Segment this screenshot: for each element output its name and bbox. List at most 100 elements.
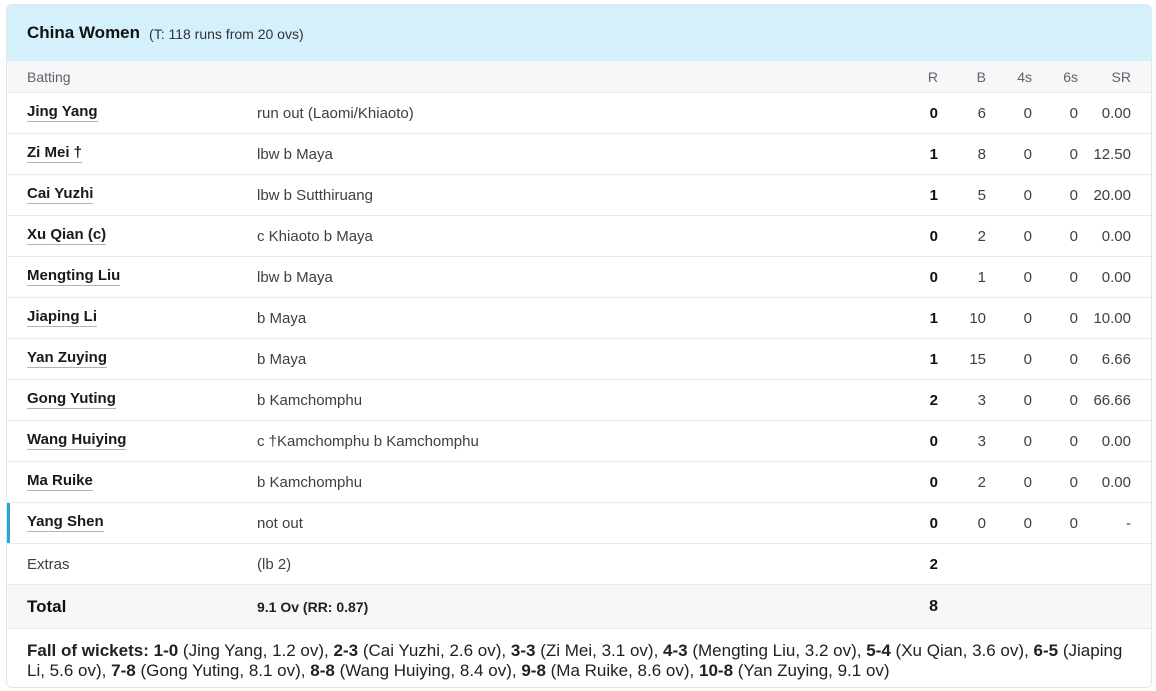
- sixes: 0: [1069, 350, 1078, 368]
- fow-score: 6-5: [1033, 641, 1059, 660]
- runs: 1: [929, 309, 938, 327]
- runs: 0: [929, 104, 938, 122]
- batting-rows: Jing Yang run out (Laomi/Khiaoto) 0 6 0 0 0.00…: [7, 93, 1151, 544]
- fow-score: 3-3: [510, 641, 536, 660]
- player-name-link[interactable]: Yang Shen: [27, 514, 104, 532]
- table-row: Yan Zuying b Maya 1 15 0 0 6.66: [7, 339, 1151, 380]
- player-name-link[interactable]: Wang Huiying: [27, 432, 127, 450]
- sixes: 0: [1069, 391, 1078, 409]
- col-batting: Batting: [27, 68, 71, 85]
- strike-rate: 12.50: [1093, 145, 1131, 163]
- extras-label: Extras: [27, 555, 70, 573]
- sixes: 0: [1069, 432, 1078, 450]
- fow-score: 7-8: [111, 661, 136, 680]
- strike-rate: 0.00: [1101, 432, 1131, 450]
- runs: 0: [929, 268, 938, 286]
- table-row: Ma Ruike b Kamchomphu 0 2 0 0 0.00: [7, 462, 1151, 503]
- dismissal: b Maya: [257, 309, 307, 327]
- strike-rate: -: [1126, 514, 1131, 532]
- dismissal: lbw b Sutthiruang: [257, 186, 373, 204]
- fours: 0: [1023, 186, 1032, 204]
- runs: 0: [929, 432, 938, 450]
- dismissal: b Kamchomphu: [257, 473, 363, 491]
- fours: 0: [1023, 473, 1032, 491]
- table-row: Jing Yang run out (Laomi/Khiaoto) 0 6 0 0 0.00: [7, 93, 1151, 134]
- fow-score: 2-3: [333, 641, 359, 660]
- fow-detail: (Gong Yuting, 8.1 ov): [140, 661, 301, 680]
- balls: 1: [977, 268, 986, 286]
- strike-rate: 20.00: [1093, 186, 1131, 204]
- player-name-link[interactable]: Jing Yang: [27, 104, 98, 122]
- fow-detail: (Jing Yang, 1.2 ov): [182, 641, 325, 660]
- total-row: Total 9.1 Ov (RR: 0.87) 8: [7, 585, 1151, 629]
- total-overs-rr: 9.1 Ov (RR: 0.87): [257, 598, 369, 615]
- player-name-link[interactable]: Jiaping Li: [27, 309, 98, 327]
- table-row: Jiaping Li b Maya 1 10 0 0 10.00: [7, 298, 1151, 339]
- fours: 0: [1023, 145, 1032, 163]
- balls: 3: [977, 391, 986, 409]
- fow-score: 4-3: [663, 641, 688, 660]
- player-name-link[interactable]: Mengting Liu: [27, 268, 121, 286]
- player-name-link[interactable]: Gong Yuting: [27, 391, 116, 409]
- fow-score: 9-8: [521, 661, 546, 680]
- dismissal: lbw b Maya: [257, 268, 333, 286]
- balls: 0: [977, 514, 986, 532]
- runs: 2: [929, 391, 938, 409]
- fow-detail: (Cai Yuzhi, 2.6 ov): [362, 641, 502, 660]
- sixes: 0: [1069, 514, 1078, 532]
- fow-detail: (Ma Ruike, 8.6 ov): [550, 661, 690, 680]
- runs: 1: [929, 145, 938, 163]
- runs: 1: [929, 350, 938, 368]
- col-balls: B: [976, 68, 986, 85]
- balls: 15: [969, 350, 986, 368]
- total-runs: 8: [929, 597, 938, 615]
- sixes: 0: [1069, 186, 1078, 204]
- strike-rate: 6.66: [1101, 350, 1131, 368]
- balls: 5: [977, 186, 986, 204]
- runs: 0: [929, 473, 938, 491]
- dismissal: b Maya: [257, 350, 307, 368]
- sixes: 0: [1069, 268, 1078, 286]
- player-name-link[interactable]: Yan Zuying: [27, 350, 108, 368]
- fow-score: 1-0: [153, 641, 179, 660]
- balls: 2: [977, 227, 986, 245]
- balls: 3: [977, 432, 986, 450]
- target-info: (T: 118 runs from 20 ovs): [149, 26, 304, 42]
- fow-score: 5-4: [866, 641, 891, 660]
- col-dismissal-spacer: [257, 61, 868, 92]
- extras-runs: 2: [929, 555, 938, 573]
- fow-score: 10-8: [699, 661, 734, 680]
- fow-detail: (Xu Qian, 3.6 ov): [895, 641, 1025, 660]
- fours: 0: [1023, 104, 1032, 122]
- fours: 0: [1023, 268, 1032, 286]
- col-fours: 4s: [1017, 68, 1032, 85]
- player-name-link[interactable]: Xu Qian (c): [27, 227, 107, 245]
- strike-rate: 0.00: [1101, 227, 1131, 245]
- extras-row: Extras (lb 2) 2: [7, 544, 1151, 585]
- table-row: Zi Mei † lbw b Maya 1 8 0 0 12.50: [7, 134, 1151, 175]
- fow-detail: (Wang Huiying, 8.4 ov): [339, 661, 512, 680]
- fours: 0: [1023, 309, 1032, 327]
- dismissal: not out: [257, 514, 303, 532]
- balls: 2: [977, 473, 986, 491]
- table-row: Mengting Liu lbw b Maya 0 1 0 0 0.00: [7, 257, 1151, 298]
- table-row: Wang Huiying c †Kamchomphu b Kamchomphu 0 3…: [7, 421, 1151, 462]
- strike-rate: 0.00: [1101, 473, 1131, 491]
- dismissal: run out (Laomi/Khiaoto): [257, 104, 414, 122]
- sixes: 0: [1069, 145, 1078, 163]
- player-name-link[interactable]: Ma Ruike: [27, 473, 93, 491]
- col-runs: R: [927, 68, 938, 85]
- sixes: 0: [1069, 473, 1078, 491]
- balls: 6: [977, 104, 986, 122]
- fow-score: 8-8: [310, 661, 335, 680]
- dismissal: lbw b Maya: [257, 145, 333, 163]
- player-name-link[interactable]: Zi Mei †: [27, 145, 83, 163]
- fours: 0: [1023, 514, 1032, 532]
- scorecard: China Women (T: 118 runs from 20 ovs) Ba…: [6, 4, 1152, 688]
- player-name-link[interactable]: Cai Yuzhi: [27, 186, 94, 204]
- fours: 0: [1023, 227, 1032, 245]
- table-row: Xu Qian (c) c Khiaoto b Maya 0 2 0 0 0.00: [7, 216, 1151, 257]
- dismissal: c †Kamchomphu b Kamchomphu: [257, 432, 479, 450]
- balls: 10: [969, 309, 986, 327]
- strike-rate: 0.00: [1101, 104, 1131, 122]
